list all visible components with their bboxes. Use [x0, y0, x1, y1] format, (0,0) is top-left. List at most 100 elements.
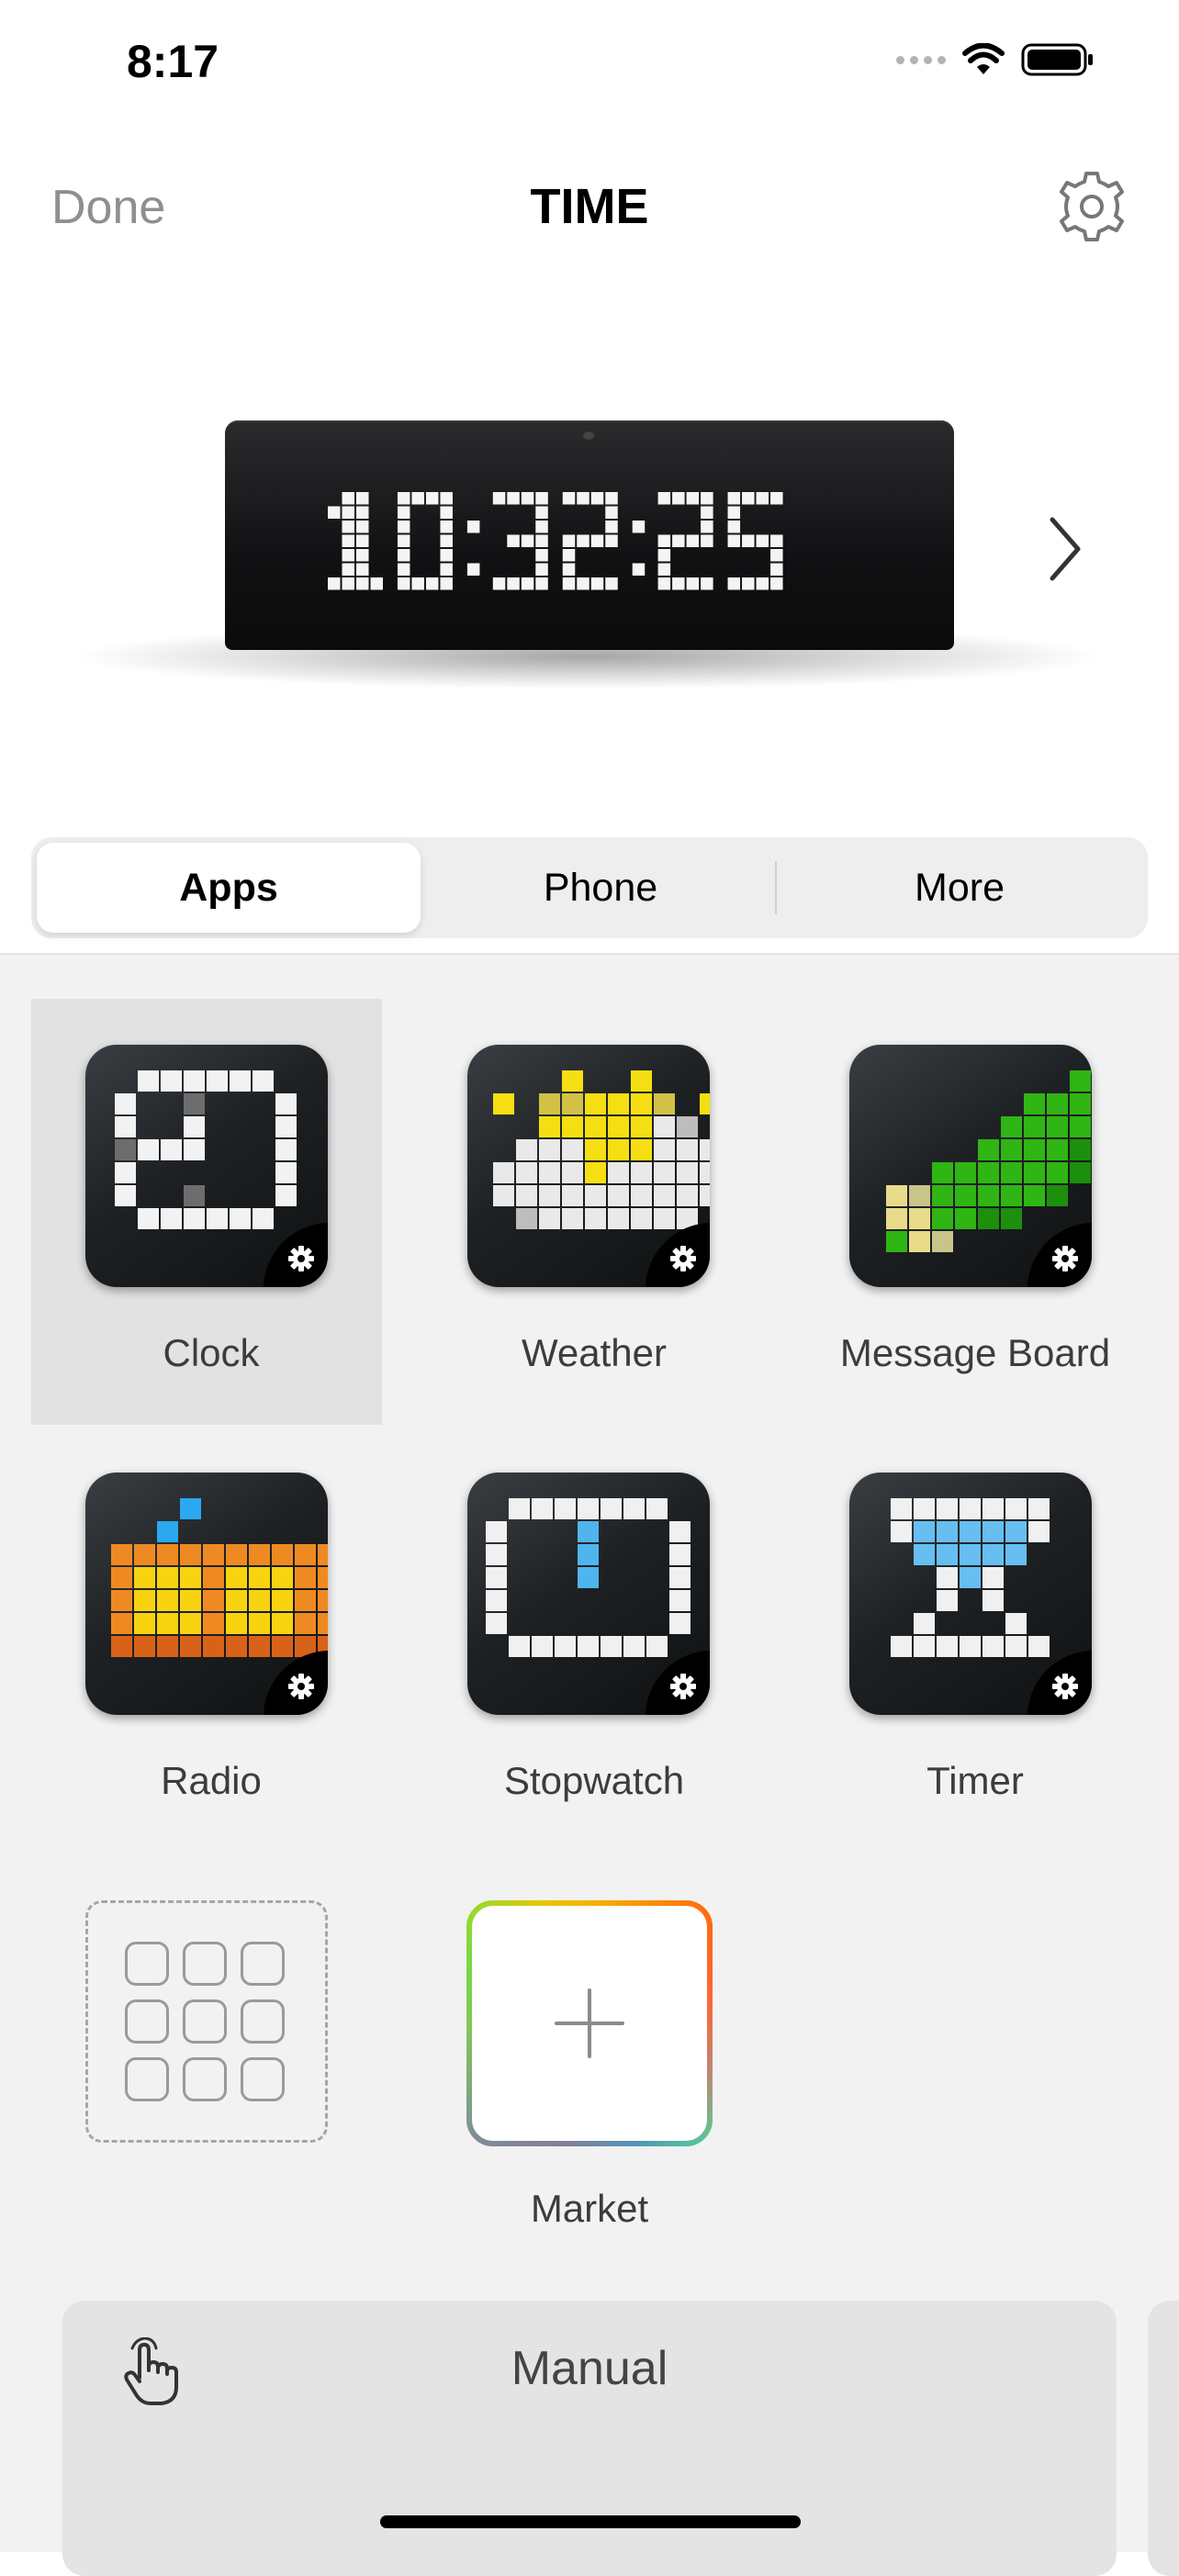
pixel: [631, 1116, 652, 1137]
message-board-app-tile[interactable]: [849, 1045, 1092, 1287]
pixel: [1028, 1636, 1050, 1657]
pixel: [111, 1544, 132, 1565]
home-indicator: [380, 2515, 801, 2528]
pixel: [134, 1636, 155, 1657]
pixel: [677, 1162, 698, 1183]
pixel: [184, 1139, 205, 1160]
stopwatch-app-tile[interactable]: [467, 1473, 710, 1715]
pixel: [138, 1208, 159, 1229]
manual-label: Manual: [511, 2342, 668, 2395]
pixel: [1001, 1185, 1022, 1206]
pixel: [562, 1116, 583, 1137]
pixel: [608, 1208, 629, 1229]
pixel: [654, 1093, 675, 1114]
signal-dots-icon: [896, 55, 946, 64]
weather-app-tile[interactable]: [467, 1045, 710, 1287]
manual-card[interactable]: Manual: [62, 2301, 1117, 2576]
pixel: [111, 1613, 132, 1634]
pixel: [562, 1070, 583, 1092]
pixel: [937, 1636, 958, 1657]
pixel: [578, 1544, 599, 1565]
clock-app-tile[interactable]: [85, 1045, 328, 1287]
page-title: TIME: [530, 179, 649, 234]
app-label-clock: Clock: [163, 1331, 260, 1374]
pixel: [978, 1139, 999, 1160]
pixel: [700, 1093, 710, 1114]
device-preview: [0, 275, 1179, 826]
next-card-peek[interactable]: [1148, 2301, 1179, 2576]
pixel: [516, 1185, 537, 1206]
pixel: [608, 1093, 629, 1114]
pixel: [982, 1636, 1004, 1657]
pixel: [578, 1498, 599, 1519]
pixel: [516, 1208, 537, 1229]
wifi-icon: [962, 43, 1005, 74]
pixel: [1024, 1116, 1045, 1137]
timer-app-tile[interactable]: [849, 1473, 1092, 1715]
pixel: [677, 1116, 698, 1137]
pixel: [493, 1162, 514, 1183]
pixel: [623, 1498, 645, 1519]
pixel: [1024, 1185, 1045, 1206]
pixel: [982, 1521, 1004, 1542]
pixel: [1047, 1116, 1068, 1137]
pixel: [932, 1162, 953, 1183]
chevron-right-icon[interactable]: [1047, 516, 1084, 582]
pixel: [1047, 1162, 1068, 1183]
pixel: [654, 1185, 675, 1206]
pixel: [914, 1544, 935, 1565]
pixel: [700, 1162, 710, 1183]
pixel: [891, 1498, 912, 1519]
settings-gear-icon[interactable]: [1054, 169, 1129, 244]
radio-app-tile[interactable]: [85, 1473, 328, 1715]
pixel: [253, 1070, 274, 1092]
pixel: [184, 1185, 205, 1206]
pixel: [272, 1636, 293, 1657]
pixel: [608, 1139, 629, 1160]
pixel: [601, 1636, 622, 1657]
pixel: [134, 1567, 155, 1588]
pixel: [669, 1590, 691, 1611]
app-label-radio: Radio: [161, 1759, 262, 1802]
pixel: [539, 1139, 560, 1160]
pixel: [486, 1567, 507, 1588]
pixel: [115, 1116, 136, 1137]
pixel: [978, 1185, 999, 1206]
pixel: [937, 1567, 958, 1588]
pixel: [111, 1636, 132, 1657]
pixel: [203, 1636, 224, 1657]
pixel: [226, 1567, 247, 1588]
pixel: [585, 1208, 606, 1229]
app-grid-icon[interactable]: [85, 1900, 328, 2143]
pixel: [914, 1613, 935, 1634]
pixel: [631, 1185, 652, 1206]
pixel: [1001, 1208, 1022, 1229]
pixel: [249, 1567, 270, 1588]
pixel: [978, 1208, 999, 1229]
pixel: [207, 1208, 228, 1229]
pixel: [226, 1636, 247, 1657]
tab-phone[interactable]: Phone: [426, 843, 775, 933]
pixel: [318, 1567, 328, 1588]
tab-more[interactable]: More: [777, 843, 1142, 933]
tab-apps[interactable]: Apps: [37, 843, 421, 933]
pixel: [623, 1636, 645, 1657]
pixel: [960, 1544, 981, 1565]
pixel: [184, 1070, 205, 1092]
pixel: [1001, 1139, 1022, 1160]
pixel: [318, 1613, 328, 1634]
pixel: [1028, 1521, 1050, 1542]
pixel: [585, 1185, 606, 1206]
pixel: [184, 1093, 205, 1114]
pixel: [295, 1613, 316, 1634]
pixel: [1005, 1521, 1027, 1542]
pixel: [249, 1636, 270, 1657]
pixel: [272, 1613, 293, 1634]
pixel: [1005, 1636, 1027, 1657]
pixel: [318, 1590, 328, 1611]
pixel: [886, 1185, 907, 1206]
pixel: [677, 1139, 698, 1160]
pixel: [937, 1544, 958, 1565]
pixel: [272, 1567, 293, 1588]
market-tile[interactable]: [466, 1900, 713, 2146]
